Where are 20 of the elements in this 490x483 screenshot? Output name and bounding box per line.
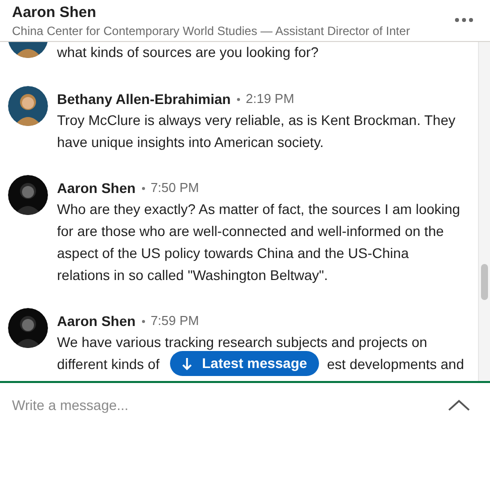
message-time: 2:19 PM [246, 90, 294, 108]
message-text: what kinds of sources are you looking for? [57, 43, 318, 62]
message-text: est developments and [327, 355, 464, 374]
down-arrow-icon [182, 356, 192, 370]
latest-message-button[interactable]: Latest message [170, 351, 320, 376]
message-field[interactable]: Write a message... [12, 395, 448, 416]
sender-name[interactable]: Bethany Allen-Ebrahimian [57, 88, 231, 110]
more-options-icon[interactable] [454, 17, 474, 23]
message-text: Troy McClure is always very reliable, as is Kent Brockman. They have unique insights into American society. [57, 111, 456, 152]
message-text: different kinds of [57, 355, 160, 374]
contact-name[interactable]: Aaron Shen [12, 3, 454, 23]
contact-headline: China Center for Contemporary World Studies — Assistant Director of Inter [12, 23, 411, 39]
chevron-up-icon[interactable] [448, 399, 470, 411]
message-time: 7:50 PM [150, 179, 199, 198]
sender-name[interactable]: Aaron Shen [57, 178, 136, 198]
message-time: 7:59 PM [150, 312, 199, 330]
message-text: We have various tracking research subjects and projects on [57, 333, 428, 352]
sender-name[interactable]: Aaron Shen [57, 310, 136, 332]
message-text: Who are they exactly? As matter of fact, the sources I am looking for are those who are well-connected and well-informed on the aspect of the US policy towards China and the US-China relations in so called "Washington Beltway". [57, 200, 462, 285]
scrollbar[interactable] [478, 42, 490, 381]
